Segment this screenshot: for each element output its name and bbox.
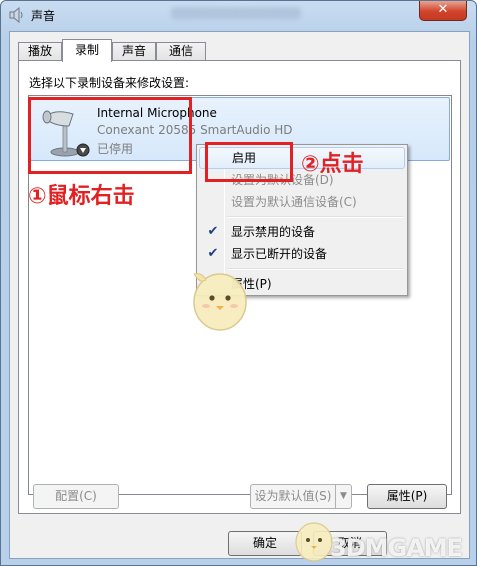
speaker-icon	[9, 7, 23, 23]
chevron-down-icon[interactable]: ▼	[335, 485, 351, 508]
mascot-icon	[193, 273, 247, 331]
tab-communications[interactable]: 通信	[156, 42, 206, 61]
window-title: 声音	[31, 9, 56, 23]
menu-separator	[227, 216, 403, 218]
tab-sounds[interactable]: 声音	[112, 42, 156, 61]
annotation-step1: ①鼠标右击	[28, 184, 135, 209]
annotation-box-enable	[205, 142, 293, 182]
watermark: 3DMGAME	[330, 534, 463, 562]
tab-recording[interactable]: 录制	[62, 39, 112, 62]
close-button[interactable]: ✕	[419, 1, 467, 21]
tab-playback[interactable]: 播放	[18, 42, 62, 61]
title-bar: 声音 ✕	[1, 1, 476, 29]
menu-item-set-default-comm[interactable]: 设置为默认通信设备(C)	[199, 191, 405, 213]
set-default-label: 设为默认值(S)	[254, 489, 332, 503]
instruction-text: 选择以下录制设备来修改设置:	[29, 76, 190, 90]
checkmark-icon: ✔	[207, 224, 219, 239]
menu-item-show-disabled[interactable]: ✔ 显示禁用的设备	[199, 221, 405, 243]
menu-item-show-disabled-label: 显示禁用的设备	[231, 225, 316, 239]
set-default-button[interactable]: 设为默认值(S) ▼	[250, 484, 352, 509]
annotation-box-device	[28, 97, 192, 174]
title-blur	[171, 7, 301, 19]
configure-button[interactable]: 配置(C)	[33, 484, 119, 509]
properties-button[interactable]: 属性(P)	[367, 484, 447, 509]
annotation-step2: ②点击	[301, 152, 364, 177]
